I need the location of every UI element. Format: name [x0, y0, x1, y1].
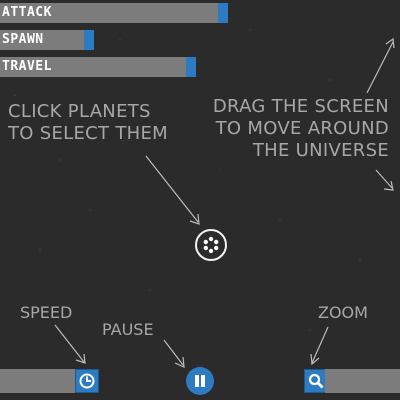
attack-bar-cap — [218, 3, 228, 23]
click-hint-line-2: TO SELECT THEM — [8, 123, 169, 144]
clock-icon — [79, 373, 95, 389]
travel-label: TRAVEL — [2, 59, 52, 74]
pause-label: PAUSE — [102, 320, 154, 339]
click-hint-line-1: CLICK PLANETS — [8, 101, 151, 122]
pause-icon — [195, 375, 205, 387]
speed-label: SPEED — [20, 303, 73, 322]
drag-hint-line-2: TO MOVE AROUND — [215, 118, 389, 139]
spawn-bar-cap — [84, 30, 94, 50]
magnifier-icon — [308, 373, 324, 389]
attack-bar: ATTACK — [0, 3, 228, 23]
zoom-label: ZOOM — [318, 303, 368, 322]
travel-bar-cap — [186, 57, 196, 77]
travel-bar: TRAVEL — [0, 57, 196, 77]
planet[interactable] — [195, 229, 227, 261]
zoom-slider[interactable] — [325, 369, 400, 393]
planet-icon — [203, 236, 219, 254]
drag-hint-line-3: THE UNIVERSE — [252, 140, 389, 161]
drag-hint-line-1: DRAG THE SCREEN — [212, 96, 389, 117]
click-planets-hint: CLICK PLANETS TO SELECT THEM — [8, 101, 188, 145]
pause-button[interactable] — [186, 367, 214, 395]
speed-slider[interactable] — [0, 369, 76, 393]
speed-button[interactable] — [75, 369, 99, 393]
drag-screen-hint: DRAG THE SCREEN TO MOVE AROUND THE UNIVE… — [169, 96, 389, 162]
spawn-bar: SPAWN — [0, 30, 94, 50]
attack-label: ATTACK — [2, 5, 52, 20]
spawn-label: SPAWN — [2, 32, 44, 47]
